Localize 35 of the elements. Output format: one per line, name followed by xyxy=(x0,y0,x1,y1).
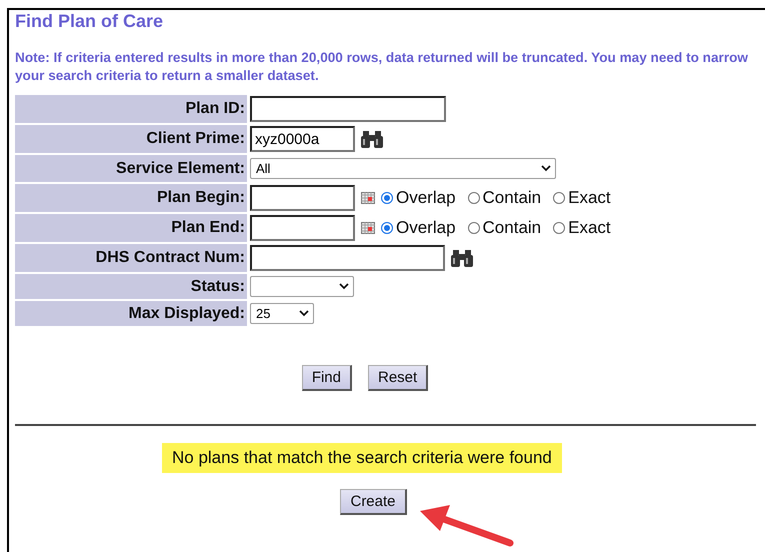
dropdown[interactable]: 25 xyxy=(250,303,314,324)
form-button[interactable]: Reset xyxy=(368,365,428,391)
binoculars-icon[interactable] xyxy=(451,249,473,267)
caret-icon xyxy=(339,283,349,290)
dropdown[interactable] xyxy=(250,276,354,297)
caret-icon xyxy=(299,310,309,317)
calendar-icon[interactable] xyxy=(361,192,375,204)
field-label: Max Displayed: xyxy=(15,301,247,326)
field-label: Client Prime: xyxy=(15,125,247,153)
radio-option[interactable]: Exact xyxy=(553,218,611,238)
field-label: Plan End: xyxy=(15,214,247,242)
field-label: DHS Contract Num: xyxy=(15,244,247,272)
form-button[interactable]: Find xyxy=(302,365,352,391)
radio-option[interactable]: Overlap xyxy=(381,188,456,208)
create-button[interactable]: Create xyxy=(340,489,407,515)
date-field[interactable] xyxy=(250,215,355,241)
calendar-icon[interactable] xyxy=(361,222,375,234)
radio-option[interactable]: Overlap xyxy=(381,218,456,238)
field-label: Status: xyxy=(15,274,247,299)
date-field[interactable] xyxy=(250,185,355,211)
dropdown[interactable]: All xyxy=(250,158,556,179)
page-title: Find Plan of Care xyxy=(15,11,164,32)
caret-icon xyxy=(541,165,551,172)
binoculars-icon[interactable] xyxy=(361,130,383,148)
text-field[interactable]: xyz0000a xyxy=(250,126,355,152)
field-label: Plan Begin: xyxy=(15,184,247,212)
field-label: Service Element: xyxy=(15,155,247,182)
radio-option[interactable]: Contain xyxy=(468,218,542,238)
text-field[interactable] xyxy=(250,96,446,122)
note-text: Note: If criteria entered results in more than 20,000 rows, data returned will be truncated. You may need to narrow your search criteria to return a smaller dataset. xyxy=(15,49,749,85)
result-message: No plans that match the search criteria were found xyxy=(162,443,562,473)
radio-option[interactable]: Contain xyxy=(468,188,542,208)
field-label: Plan ID: xyxy=(15,95,247,123)
radio-option[interactable]: Exact xyxy=(553,188,611,208)
text-field[interactable] xyxy=(250,245,445,271)
